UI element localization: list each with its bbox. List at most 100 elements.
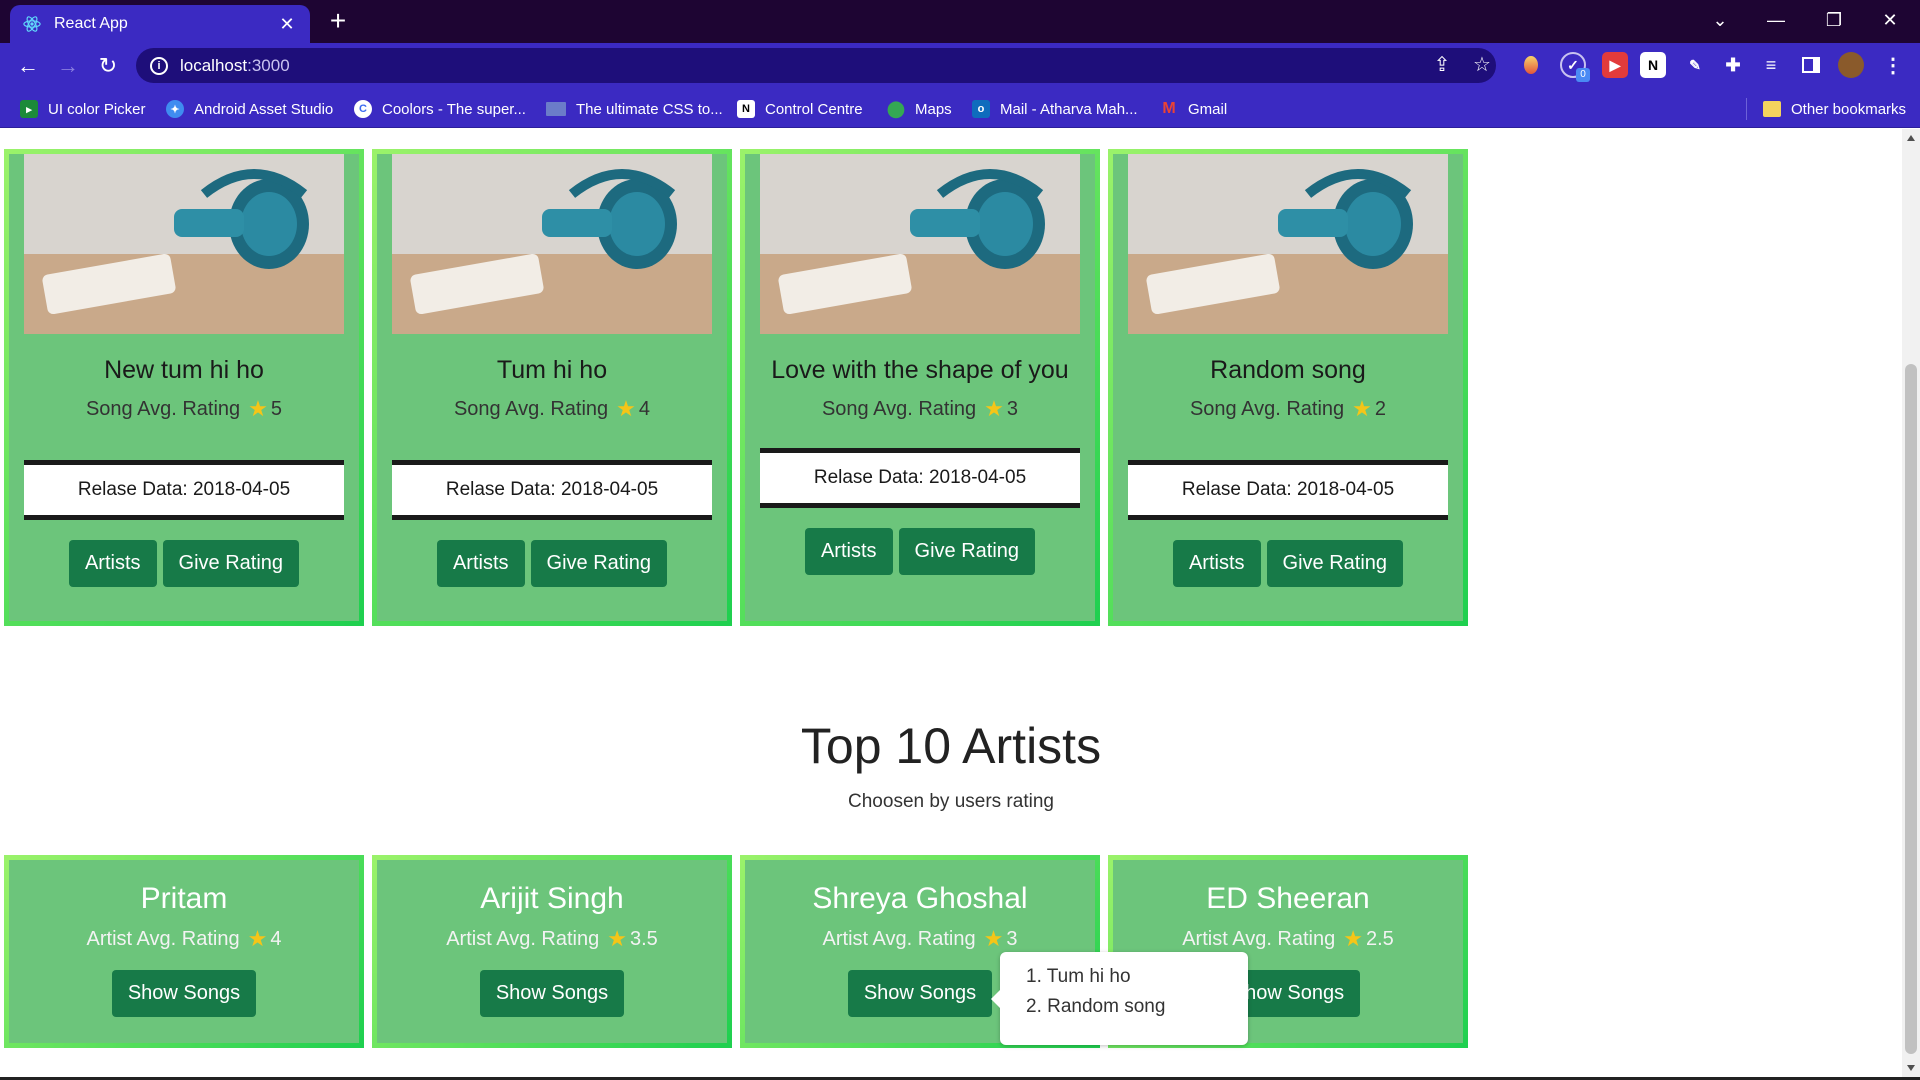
give-rating-button[interactable]: Give Rating xyxy=(898,528,1036,575)
extension-badge: 0 xyxy=(1576,68,1590,82)
rating-label: Song Avg. Rating xyxy=(1189,397,1345,420)
star-icon: ★ xyxy=(983,926,1004,951)
rating-value: 3.5 xyxy=(629,927,658,950)
bookmark-ui-color-picker[interactable]: ▸ UI color Picker xyxy=(20,97,146,121)
artist-card: Arijit Singh Artist Avg. Rating ★ 3.5 Sh… xyxy=(372,855,732,1048)
side-panel-icon[interactable] xyxy=(1798,52,1824,78)
close-tab-icon[interactable]: ✕ xyxy=(276,14,298,35)
bookmark-other-folder[interactable]: Other bookmarks xyxy=(1763,97,1906,121)
extensions-puzzle-icon[interactable]: ✚ xyxy=(1720,52,1746,78)
artists-button[interactable]: Artists xyxy=(804,528,893,575)
show-songs-button[interactable]: Show Songs xyxy=(847,970,993,1017)
url-text: localhost:3000 xyxy=(180,55,290,75)
address-bar[interactable]: i localhost:3000 xyxy=(136,48,1496,83)
bookmark-mail[interactable]: o Mail - Atharva Mah... xyxy=(972,97,1138,121)
song-title: New tum hi ho xyxy=(104,356,264,384)
star-icon: ★ xyxy=(1343,926,1363,951)
tab-search-chevron-icon[interactable]: ⌄ xyxy=(1700,6,1740,34)
artist-rating: Artist Avg. Rating ★ 4 xyxy=(9,926,359,952)
headphones-cover-image xyxy=(392,154,712,334)
give-rating-button[interactable]: Give Rating xyxy=(530,540,668,587)
extension-notion-icon[interactable]: N xyxy=(1640,52,1666,78)
release-date: Relase Data: 2018-04-05 xyxy=(760,448,1080,508)
share-icon[interactable]: ⇪ xyxy=(1428,51,1456,79)
bookmark-label: UI color Picker xyxy=(48,100,146,118)
bookmark-label: Gmail xyxy=(1188,100,1228,118)
show-songs-button[interactable]: Show Songs xyxy=(111,970,257,1017)
popover-song-item[interactable]: 2. Random song xyxy=(1026,992,1248,1022)
artist-rating: Artist Avg. Rating ★ 3.5 xyxy=(377,926,727,952)
rating-value: 4 xyxy=(638,397,651,420)
extension-ball-icon[interactable] xyxy=(1518,52,1544,78)
bookmark-label: Control Centre xyxy=(765,100,863,118)
bookmark-control-centre[interactable]: N Control Centre xyxy=(737,97,863,121)
artist-rating: Artist Avg. Rating ★ 3 xyxy=(745,926,1095,952)
scroll-up-arrow-icon[interactable] xyxy=(1907,135,1915,141)
headphones-cover-image xyxy=(24,154,344,334)
folder-icon xyxy=(1763,101,1781,117)
give-rating-button[interactable]: Give Rating xyxy=(1266,540,1404,587)
artists-button[interactable]: Artists xyxy=(436,540,525,587)
rating-label: Song Avg. Rating xyxy=(85,397,241,420)
song-rating: Song Avg. Rating ★ 2 xyxy=(1113,396,1463,422)
new-tab-button[interactable]: + xyxy=(323,6,353,36)
bookmark-android-asset-studio[interactable]: ✦ Android Asset Studio xyxy=(166,97,333,121)
bookmark-coolors[interactable]: C Coolors - The super... xyxy=(354,97,526,121)
bookmark-gmail[interactable]: M Gmail xyxy=(1160,97,1227,121)
profile-avatar[interactable] xyxy=(1838,52,1864,78)
scrollbar-thumb[interactable] xyxy=(1905,364,1917,1054)
extension-youtube-icon[interactable]: ▶ xyxy=(1602,52,1628,78)
extension-pen-icon[interactable]: ✎ xyxy=(1682,52,1708,78)
song-title: Random song xyxy=(1210,356,1366,384)
back-arrow-icon[interactable]: ← xyxy=(13,51,43,81)
minimize-window-button[interactable]: — xyxy=(1756,6,1796,34)
tab-strip: React App ✕ + ⌄ — ❐ ✕ xyxy=(0,0,1920,43)
song-card: New tum hi ho Song Avg. Rating ★ 5 Relas… xyxy=(4,149,364,626)
bookmark-label: Other bookmarks xyxy=(1791,100,1907,118)
vertical-scrollbar[interactable] xyxy=(1902,129,1920,1077)
coolors-icon: C xyxy=(354,100,372,118)
notion-icon: N xyxy=(737,100,755,118)
release-date: Relase Data: 2018-04-05 xyxy=(392,460,712,520)
artists-button[interactable]: Artists xyxy=(68,540,157,587)
menu-kebab-icon[interactable]: ⋮ xyxy=(1880,52,1906,78)
give-rating-button[interactable]: Give Rating xyxy=(162,540,300,587)
artist-name: Pritam xyxy=(140,882,228,915)
song-card: Tum hi ho Song Avg. Rating ★ 4 Relase Da… xyxy=(372,149,732,626)
song-title: Love with the shape of you xyxy=(771,356,1069,384)
media-controls-icon[interactable]: ≡ xyxy=(1758,52,1784,78)
bookmark-star-icon[interactable]: ☆ xyxy=(1468,51,1496,79)
star-icon: ★ xyxy=(248,396,268,421)
reload-icon[interactable]: ↻ xyxy=(93,51,123,81)
star-icon: ★ xyxy=(607,926,627,951)
rating-label: Artist Avg. Rating xyxy=(86,927,240,950)
star-icon: ★ xyxy=(984,396,1004,421)
artist-card: Pritam Artist Avg. Rating ★ 4 Show Songs xyxy=(4,855,364,1048)
android-studio-icon: ▸ xyxy=(20,100,38,118)
browser-tab-active[interactable]: React App ✕ xyxy=(10,5,310,43)
rating-value: 2.5 xyxy=(1365,927,1394,950)
songs-popover: 1. Tum hi ho 2. Random song xyxy=(991,952,1248,1045)
bookmark-css-tools[interactable]: The ultimate CSS to... xyxy=(546,97,723,121)
restore-window-button[interactable]: ❐ xyxy=(1814,6,1854,34)
rating-label: Artist Avg. Rating xyxy=(822,927,976,950)
bookmark-maps[interactable]: ⬤ Maps xyxy=(887,97,952,121)
popover-song-item[interactable]: 1. Tum hi ho xyxy=(1026,962,1248,992)
forward-arrow-icon[interactable]: → xyxy=(53,51,83,81)
song-rating: Song Avg. Rating ★ 5 xyxy=(9,396,359,422)
bookmark-label: Android Asset Studio xyxy=(194,100,334,118)
rating-label: Song Avg. Rating xyxy=(821,397,977,420)
rating-value: 5 xyxy=(270,397,283,420)
show-songs-button[interactable]: Show Songs xyxy=(479,970,625,1017)
song-rating: Song Avg. Rating ★ 4 xyxy=(377,396,727,422)
react-logo-icon xyxy=(22,14,42,34)
address-toolbar: ← → ↻ i localhost:3000 ⇪ ☆ ✓ 0 ▶ N ✎ ✚ ≡… xyxy=(0,43,1920,88)
artists-button[interactable]: Artists xyxy=(1172,540,1261,587)
scroll-down-arrow-icon[interactable] xyxy=(1907,1065,1915,1071)
gmail-icon: M xyxy=(1162,100,1176,117)
artist-rating: Artist Avg. Rating ★ 2.5 xyxy=(1113,926,1463,952)
headphones-cover-image xyxy=(760,154,1080,334)
headphones-cover-image xyxy=(1128,154,1448,334)
close-window-button[interactable]: ✕ xyxy=(1870,6,1910,34)
site-info-icon[interactable]: i xyxy=(150,56,168,75)
